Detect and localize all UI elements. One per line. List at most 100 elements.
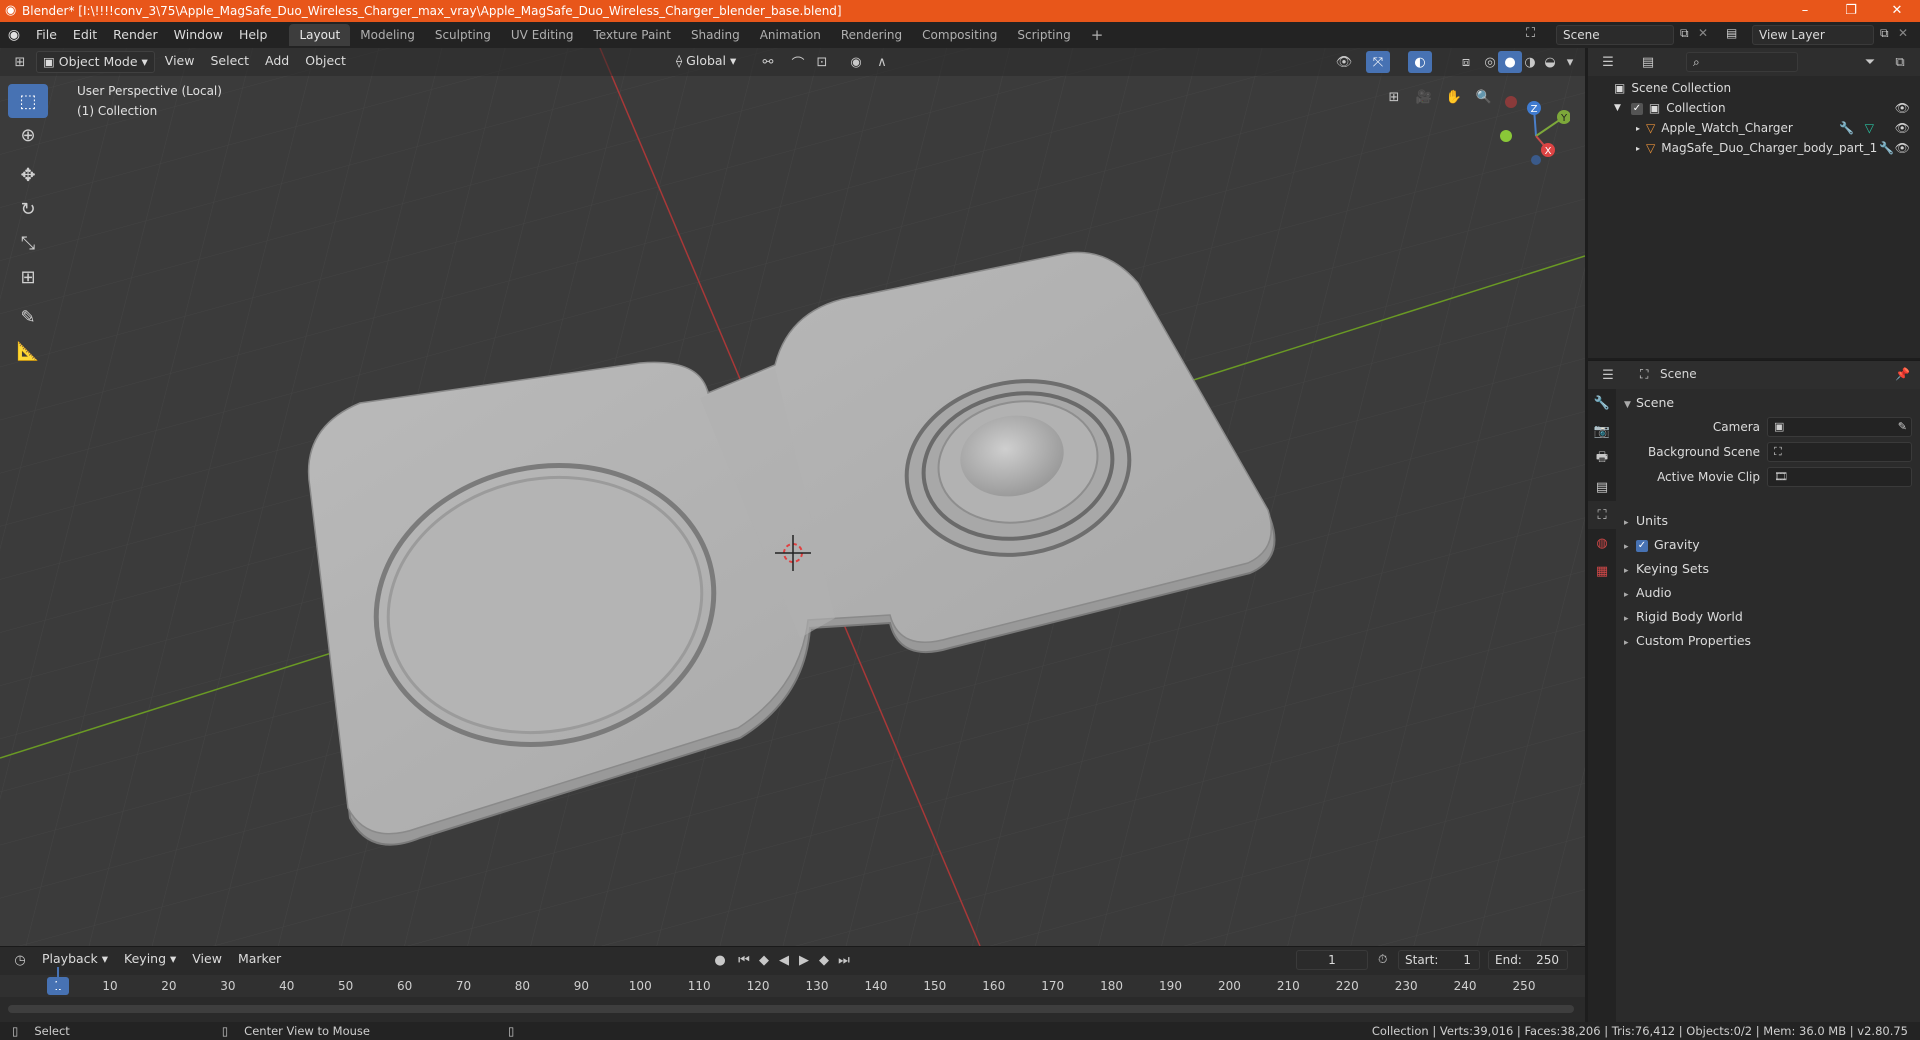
end-frame-field[interactable]: End: 250: [1488, 950, 1568, 970]
gravity-checkbox[interactable]: ✓: [1636, 539, 1648, 552]
view-layer-field[interactable]: View Layer: [1752, 25, 1874, 45]
timeline-view-menu[interactable]: View: [186, 949, 228, 971]
jump-end-icon[interactable]: ⏭: [832, 949, 856, 971]
gizmo-toggle-icon[interactable]: ⤧: [1366, 51, 1390, 73]
move-tool-icon[interactable]: ✥: [8, 158, 48, 192]
tab-texture-paint[interactable]: Texture Paint: [584, 24, 681, 46]
rotate-tool-icon[interactable]: ↻: [8, 192, 48, 226]
menu-help[interactable]: Help: [231, 24, 276, 46]
background-scene-field[interactable]: ⛶: [1767, 442, 1912, 462]
timeline-scrollbar[interactable]: [8, 1005, 1574, 1013]
outliner-row-apple-watch-charger[interactable]: ▸ ▽ Apple_Watch_Charger 🔧 ▽ 👁: [1588, 118, 1920, 138]
menu-render[interactable]: Render: [105, 24, 166, 46]
visibility-icon[interactable]: 👁: [1332, 51, 1356, 73]
keying-sets-panel[interactable]: ▸ Keying Sets: [1624, 559, 1709, 579]
scene-properties-tab-icon[interactable]: ⛶: [1588, 501, 1616, 529]
overlay-toggle-icon[interactable]: ◐: [1408, 51, 1432, 73]
units-panel[interactable]: ▸ Units: [1624, 511, 1668, 531]
new-collection-icon[interactable]: ⧉: [1888, 51, 1912, 73]
camera-view-icon[interactable]: 🎥: [1412, 86, 1436, 108]
start-frame-field[interactable]: Start: 1: [1398, 950, 1480, 970]
outliner-editor-type-icon[interactable]: ☰: [1596, 51, 1620, 73]
scene-selector-icon[interactable]: ⛶: [1526, 26, 1535, 41]
tab-shading[interactable]: Shading: [681, 24, 750, 46]
viewport-menu-add[interactable]: Add: [259, 51, 295, 73]
scene-section-header[interactable]: ▼ Scene: [1624, 393, 1674, 413]
3d-viewport[interactable]: ⊞ ▣ Object Mode ▾ View Select Add Object…: [0, 48, 1585, 946]
new-view-layer-icon[interactable]: ⧉: [1880, 26, 1889, 41]
expand-arrow-icon[interactable]: ▸: [1636, 124, 1640, 133]
timeline-marker-menu[interactable]: Marker: [232, 949, 287, 971]
gravity-panel[interactable]: ▸ ✓ Gravity: [1624, 535, 1700, 555]
transform-orientation-dropdown[interactable]: ⟠ Global ▾: [670, 51, 742, 73]
editor-type-icon[interactable]: ⊞: [8, 51, 32, 73]
select-box-tool-icon[interactable]: ⬚: [8, 84, 48, 118]
delete-scene-icon[interactable]: ✕: [1698, 26, 1708, 40]
outliner-row-magsafe-body[interactable]: ▸ ▽ MagSafe_Duo_Charger_body_part_1 🔧 👁: [1588, 138, 1920, 158]
pan-view-icon[interactable]: ✋: [1442, 86, 1466, 108]
tab-rendering[interactable]: Rendering: [831, 24, 912, 46]
viewport-menu-object[interactable]: Object: [299, 51, 352, 73]
tab-scripting[interactable]: Scripting: [1007, 24, 1080, 46]
timeline-editor-type-icon[interactable]: ◷: [8, 949, 32, 971]
active-movie-clip-field[interactable]: 🎞: [1767, 467, 1912, 487]
falloff-icon[interactable]: ∧: [870, 51, 894, 73]
transform-tool-icon[interactable]: ⊞: [8, 260, 48, 294]
mesh-data-icon[interactable]: ▽: [1865, 121, 1874, 135]
proportional-editing-icon[interactable]: ◉: [844, 51, 868, 73]
world-properties-tab-icon[interactable]: ◍: [1588, 529, 1616, 557]
collection-visibility-icon[interactable]: 👁: [1895, 101, 1910, 115]
delete-view-layer-icon[interactable]: ✕: [1898, 26, 1908, 40]
eyedropper-icon[interactable]: ✎: [1898, 418, 1907, 436]
measure-tool-icon[interactable]: 📐: [8, 334, 48, 368]
timeline-keying-menu[interactable]: Keying ▾: [118, 949, 182, 971]
viewport-menu-select[interactable]: Select: [204, 51, 255, 73]
toggle-camera-view-icon[interactable]: ⊞: [1382, 86, 1406, 108]
add-workspace-button[interactable]: +: [1081, 24, 1114, 46]
navigation-gizmo[interactable]: Z Y X: [1490, 88, 1570, 168]
cursor-tool-icon[interactable]: ⊕: [8, 118, 48, 152]
scene-name-field[interactable]: Scene: [1556, 25, 1674, 45]
close-button[interactable]: ✕: [1874, 0, 1920, 22]
tab-modeling[interactable]: Modeling: [350, 24, 425, 46]
current-frame-field[interactable]: 1: [1296, 950, 1368, 970]
tool-properties-tab-icon[interactable]: 🔧: [1588, 389, 1616, 417]
snap-icon[interactable]: ⌒: [786, 51, 810, 73]
minimize-button[interactable]: –: [1782, 0, 1828, 22]
tab-layout[interactable]: Layout: [289, 24, 351, 46]
new-scene-icon[interactable]: ⧉: [1680, 26, 1689, 41]
scale-tool-icon[interactable]: ⤡: [8, 226, 48, 260]
outliner-search-input[interactable]: ⌕: [1686, 52, 1798, 72]
stopwatch-icon[interactable]: ⏱: [1378, 952, 1387, 967]
viewport-scene[interactable]: [0, 48, 1585, 946]
outliner-row-collection[interactable]: ▼ ✓ ▣ Collection 👁: [1588, 98, 1920, 118]
maximize-button[interactable]: ❐: [1828, 0, 1874, 22]
object-mode-dropdown[interactable]: ▣ Object Mode ▾: [36, 51, 155, 73]
menu-window[interactable]: Window: [166, 24, 231, 46]
pivot-point-icon[interactable]: ⚯: [756, 51, 780, 73]
shading-options-icon[interactable]: ▾: [1558, 51, 1582, 73]
rigid-body-world-panel[interactable]: ▸ Rigid Body World: [1624, 607, 1743, 627]
audio-panel[interactable]: ▸ Audio: [1624, 583, 1672, 603]
menu-file[interactable]: File: [28, 24, 65, 46]
outliner-display-mode-icon[interactable]: ▤: [1636, 51, 1660, 73]
blender-menu-icon[interactable]: ◉: [0, 27, 28, 43]
custom-properties-panel[interactable]: ▸ Custom Properties: [1624, 631, 1751, 651]
magsafe-body-visibility-icon[interactable]: 👁: [1895, 141, 1910, 155]
apple-watch-charger-visibility-icon[interactable]: 👁: [1895, 121, 1910, 135]
timeline-ruler[interactable]: 10 20 30 40 50 60 70 80 90 100 110 120 130 140 150 160 1…: [0, 975, 1585, 997]
pin-icon[interactable]: 📌: [1895, 367, 1910, 381]
tab-sculpting[interactable]: Sculpting: [425, 24, 501, 46]
outliner-filter-icon[interactable]: ⏷: [1858, 51, 1882, 73]
texture-properties-tab-icon[interactable]: ▦: [1588, 557, 1616, 585]
record-button-icon[interactable]: ●: [708, 949, 732, 971]
expand-arrow-icon[interactable]: ▼: [1614, 103, 1621, 113]
camera-field[interactable]: ▣ ✎: [1767, 417, 1912, 437]
menu-edit[interactable]: Edit: [65, 24, 105, 46]
properties-editor-type-icon[interactable]: ☰: [1596, 364, 1620, 386]
view-layer-icon[interactable]: ▤: [1726, 26, 1737, 40]
tab-animation[interactable]: Animation: [750, 24, 831, 46]
annotate-tool-icon[interactable]: ✎: [8, 300, 48, 334]
tab-uv-editing[interactable]: UV Editing: [501, 24, 584, 46]
viewport-menu-view[interactable]: View: [159, 51, 201, 73]
